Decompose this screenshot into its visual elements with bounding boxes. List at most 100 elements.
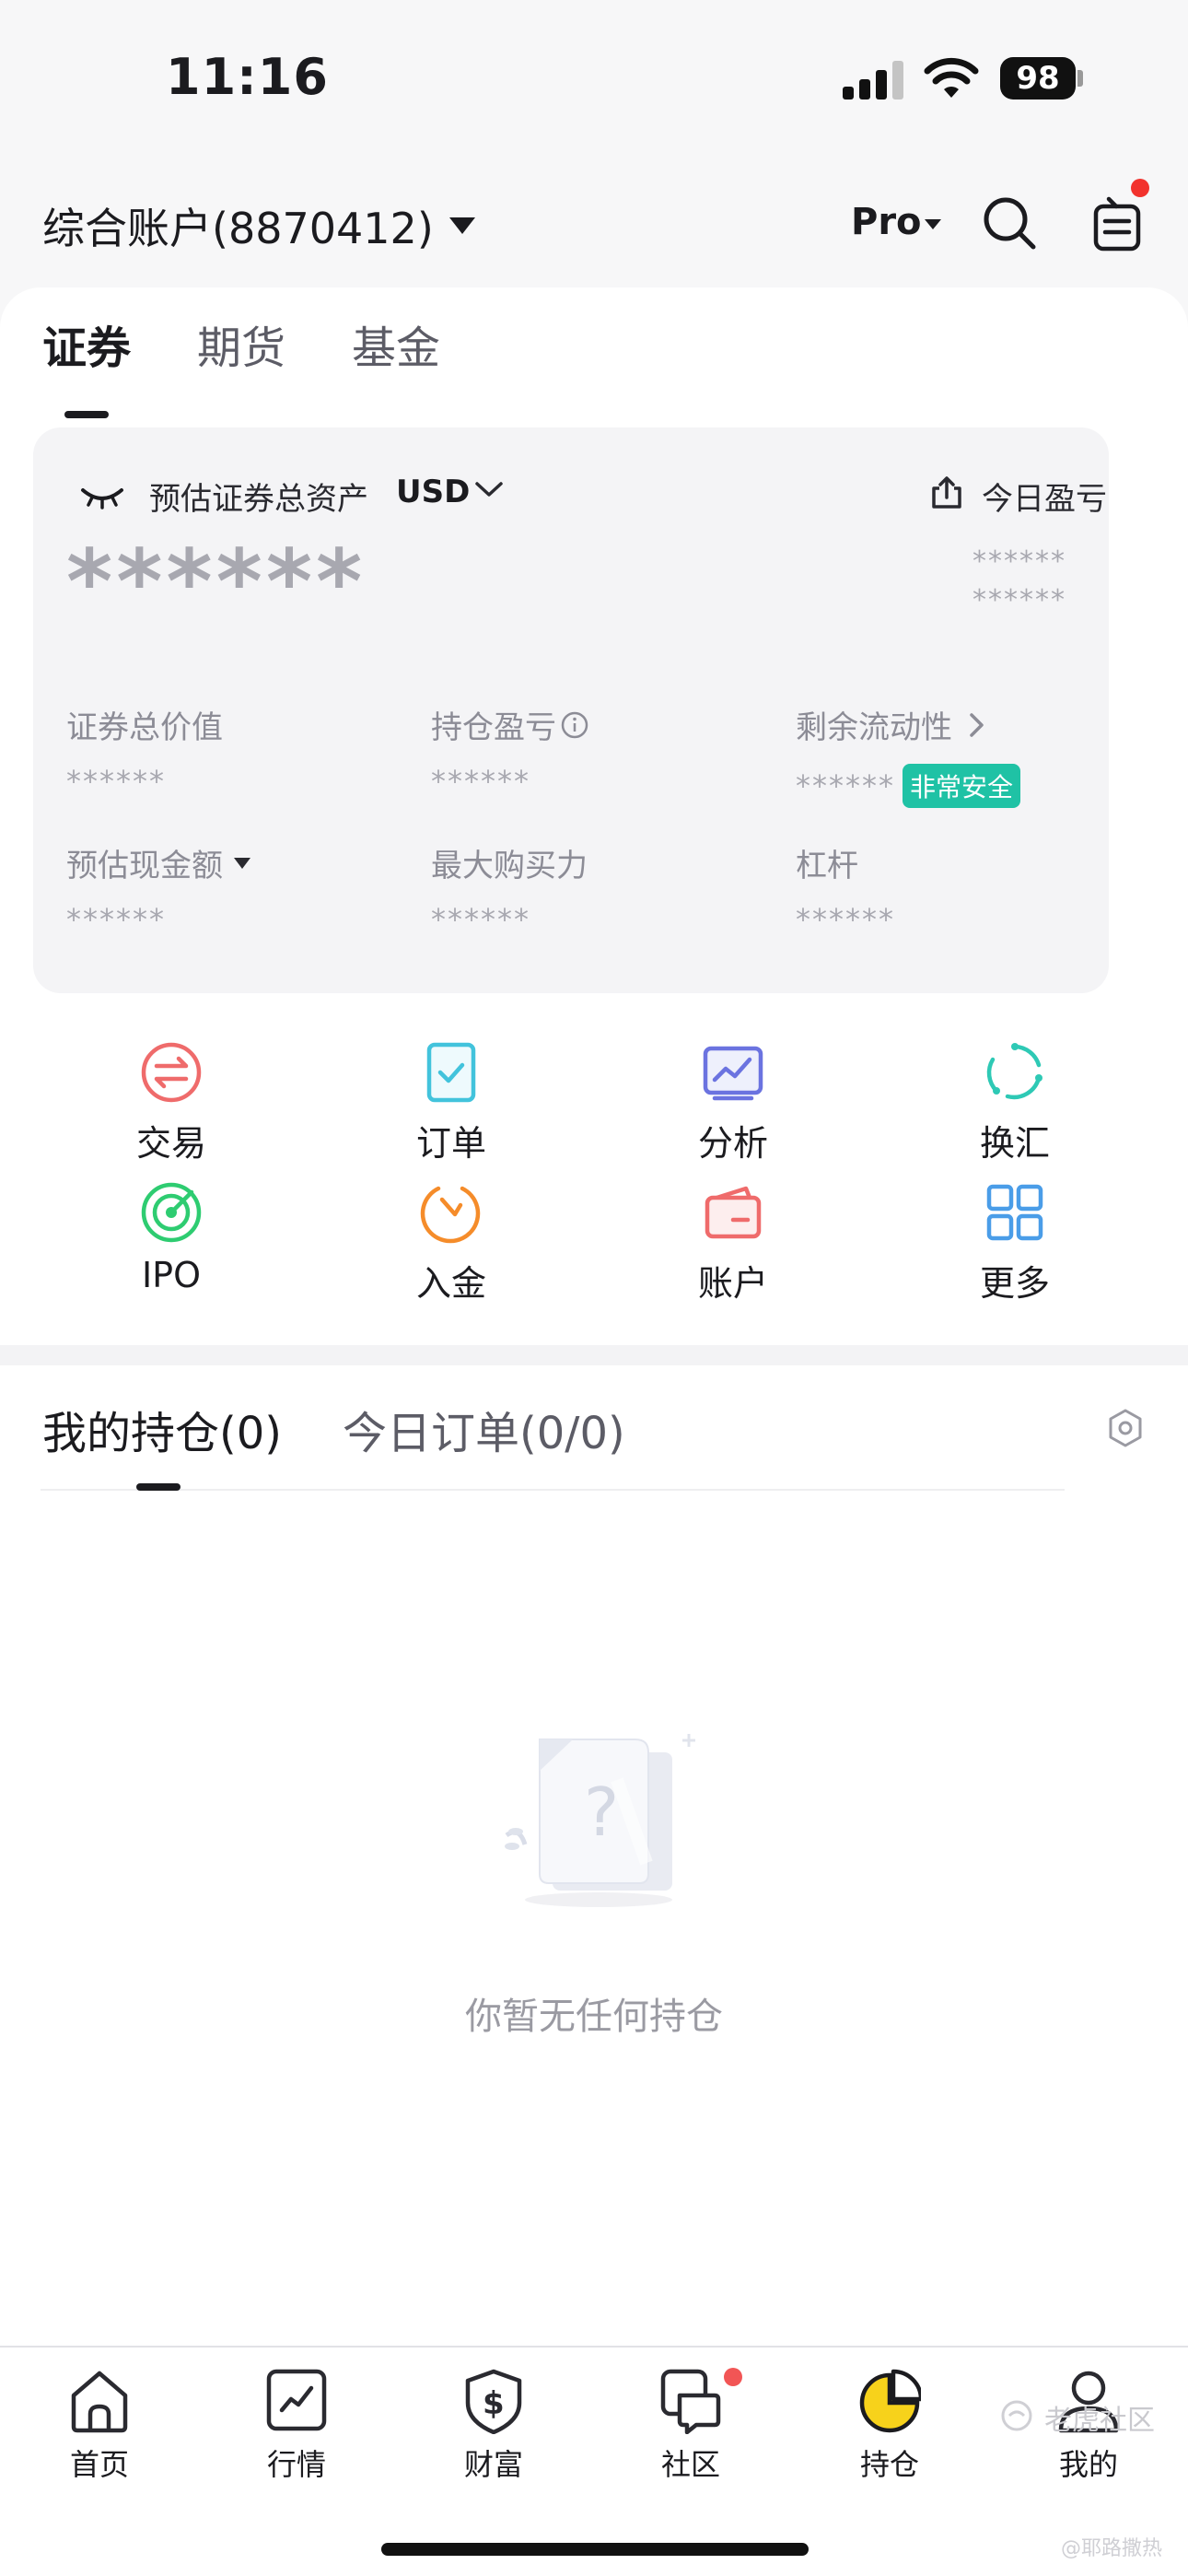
tabs-divider	[41, 1489, 1065, 1491]
metric-leverage: 杠杆 ******	[796, 840, 1146, 937]
tab-today-orders[interactable]: 今日订单(0/0)	[343, 1397, 625, 1461]
watermark-username: @耶路撒热	[1061, 2537, 1163, 2560]
tab-label: 我的	[1058, 2447, 1118, 2482]
metric-value: ******	[796, 902, 895, 937]
account-panel: 证券 期货 基金 预估证券总资产 USD 今日盈亏 ****** ****** …	[0, 287, 1188, 1345]
status-bar: 11:16 98	[0, 0, 1188, 157]
tab-futures[interactable]: 期货	[197, 311, 285, 376]
exchange-arrows-icon	[141, 1042, 202, 1103]
tab-wealth[interactable]: $ 财富	[420, 2368, 567, 2497]
quick-action-account[interactable]: 账户	[650, 1181, 816, 1319]
portfolio-pie-icon	[859, 2369, 921, 2433]
tab-active-indicator	[64, 411, 109, 418]
today-pl-label[interactable]: 今日盈亏	[982, 474, 1107, 519]
metric-securities-value: 证券总价值 ******	[66, 702, 416, 799]
today-pl-value: ******	[973, 545, 1066, 578]
tab-markets[interactable]: 行情	[223, 2368, 370, 2497]
home-icon	[71, 2371, 128, 2433]
holdings-section: 我的持仓(0) 今日订单(0/0) ? 你暂无任何持仓	[0, 1365, 1188, 2346]
metric-buying-power: 最大购买力 ******	[431, 840, 781, 937]
metric-excess-liquidity[interactable]: 剩余流动性 ****** 非常安全	[796, 702, 1146, 808]
metric-label: 预估现金额	[66, 848, 223, 884]
metric-label: 最大购买力	[431, 848, 588, 884]
metric-value: ******	[431, 764, 530, 799]
quick-action-label: 交易	[135, 1123, 206, 1164]
grid-more-icon	[986, 1184, 1043, 1241]
notification-dot	[1131, 179, 1149, 197]
search-icon[interactable]	[982, 195, 1037, 251]
account-dropdown-icon[interactable]	[449, 217, 475, 234]
asset-summary-card: 预估证券总资产 USD 今日盈亏 ****** ****** ****** 证券…	[33, 427, 1109, 993]
analysis-chart-icon	[703, 1046, 763, 1101]
pro-mode-selector[interactable]: Pro	[851, 201, 922, 243]
app-screen: 11:16 98 综合账户(8870412) Pro 证券 期货 基金 预估证券…	[0, 0, 1188, 2576]
metric-value: ******	[796, 768, 895, 803]
chevron-right-icon[interactable]	[967, 710, 987, 740]
chevron-down-icon[interactable]	[473, 479, 505, 499]
bottom-tab-bar: 首页 行情 $ 财富 社区 持仓 我的	[0, 2346, 1188, 2576]
metric-label: 证券总价值	[66, 709, 223, 746]
empty-holdings-text: 你暂无任何持仓	[465, 1996, 723, 2038]
settings-gear-icon[interactable]	[1105, 1408, 1146, 1448]
metric-label: 剩余流动性	[796, 709, 952, 746]
metric-value: ******	[431, 902, 530, 937]
ipo-target-icon	[141, 1182, 202, 1243]
currency-exchange-icon	[986, 1043, 1042, 1100]
home-indicator[interactable]	[381, 2543, 809, 2556]
tab-label: 社区	[660, 2447, 720, 2482]
quick-action-ipo[interactable]: IPO	[88, 1181, 254, 1319]
tab-label: 持仓	[859, 2447, 919, 2482]
info-icon[interactable]	[560, 710, 589, 740]
tab-active-indicator	[136, 1483, 181, 1491]
status-time: 11:16	[166, 48, 329, 106]
order-check-icon	[426, 1042, 476, 1103]
hide-balance-eye-icon[interactable]	[79, 483, 125, 510]
section-divider	[0, 1345, 1188, 1365]
community-notification-dot	[724, 2368, 742, 2386]
tab-my-positions[interactable]: 我的持仓(0)	[42, 1397, 282, 1461]
header: 综合账户(8870412) Pro	[0, 179, 1188, 286]
tab-securities[interactable]: 证券	[42, 311, 131, 376]
quick-action-label: IPO	[141, 1255, 202, 1295]
quick-action-deposit[interactable]: 入金	[368, 1181, 534, 1319]
tab-funds[interactable]: 基金	[352, 311, 440, 376]
metric-value: ******	[66, 764, 166, 799]
quick-action-more[interactable]: 更多	[932, 1181, 1098, 1319]
market-chart-icon	[266, 2369, 327, 2431]
currency-selector[interactable]: USD	[396, 474, 470, 510]
watermark-logo-icon	[1001, 2400, 1032, 2431]
quick-action-label: 订单	[415, 1123, 486, 1164]
tab-label: 财富	[463, 2447, 523, 2482]
account-selector[interactable]: 综合账户(8870412)	[42, 195, 434, 256]
caret-down-icon[interactable]	[234, 857, 250, 869]
svg-text:$: $	[483, 2385, 505, 2422]
message-center-icon[interactable]	[1089, 193, 1146, 254]
safety-status-badge: 非常安全	[903, 764, 1021, 808]
share-icon[interactable]	[930, 475, 963, 510]
quick-action-fx[interactable]: 换汇	[932, 1041, 1098, 1179]
pro-dropdown-icon[interactable]	[925, 219, 941, 229]
battery-indicator: 98	[1000, 57, 1076, 100]
wallet-icon	[705, 1186, 762, 1239]
tab-community[interactable]: 社区	[617, 2368, 764, 2497]
tab-portfolio[interactable]: 持仓	[816, 2368, 963, 2497]
today-pl-percent: ******	[973, 584, 1066, 616]
tab-label: 行情	[266, 2447, 326, 2482]
wifi-icon	[924, 57, 979, 98]
total-assets-value: ******	[66, 531, 367, 634]
quick-action-label: 入金	[415, 1263, 486, 1304]
quick-action-label: 分析	[697, 1123, 768, 1164]
watermark-text: 老虎社区	[1044, 2405, 1155, 2437]
community-chat-icon	[660, 2369, 721, 2434]
metric-estimated-cash[interactable]: 预估现金额 ******	[66, 840, 416, 937]
quick-action-orders[interactable]: 订单	[368, 1041, 534, 1179]
tab-label: 首页	[69, 2447, 129, 2482]
wealth-dollar-icon: $	[465, 2369, 522, 2434]
quick-action-trade[interactable]: 交易	[88, 1041, 254, 1179]
deposit-icon	[420, 1186, 481, 1244]
quick-action-label: 换汇	[979, 1123, 1050, 1164]
quick-action-analysis[interactable]: 分析	[650, 1041, 816, 1179]
quick-action-label: 账户	[697, 1263, 768, 1304]
tab-home[interactable]: 首页	[26, 2368, 173, 2497]
metric-label: 持仓盈亏	[431, 709, 556, 746]
